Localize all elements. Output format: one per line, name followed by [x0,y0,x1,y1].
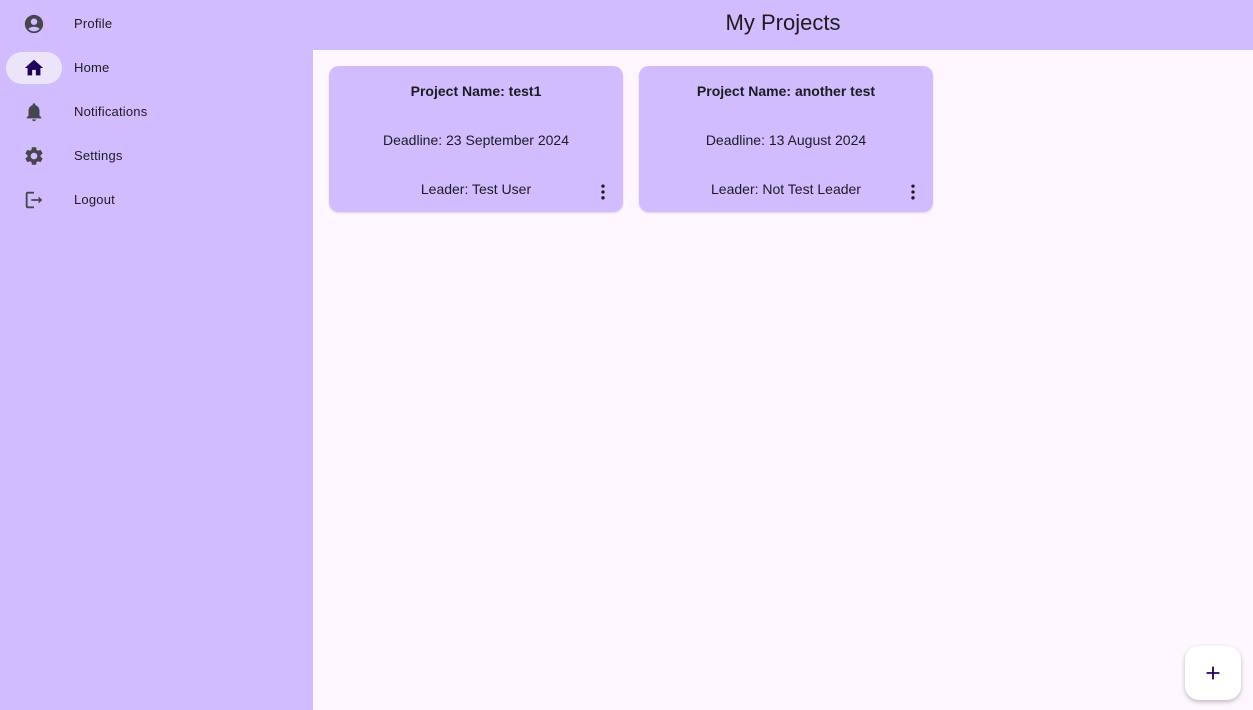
project-deadline: Deadline: 23 September 2024 [382,132,570,148]
sidebar-item-label: Settings [74,148,123,163]
gear-icon [22,144,46,168]
more-vertical-icon [601,184,605,200]
logout-icon [22,188,46,212]
sidebar-item-logout[interactable]: Logout [6,184,306,216]
sidebar-item-label: Home [74,60,110,75]
sidebar-item-home[interactable]: Home [6,52,306,84]
project-card[interactable]: Project Name: test1 Deadline: 23 Septemb… [329,66,623,212]
sidebar-item-label: Profile [74,16,113,31]
account-circle-icon [22,12,46,36]
add-project-button[interactable] [1185,646,1241,700]
sidebar-item-profile[interactable]: Profile [6,8,306,40]
page-title: My Projects [725,10,841,35]
bell-icon [22,100,46,124]
project-card-list: Project Name: test1 Deadline: 23 Septemb… [329,66,933,212]
project-card[interactable]: Project Name: another test Deadline: 13 … [639,66,933,212]
app-window: Profile Home Notifications Settings Logo… [0,0,1253,710]
main-content: Project Name: test1 Deadline: 23 Septemb… [313,50,1253,710]
project-deadline: Deadline: 13 August 2024 [705,132,867,148]
project-menu-button[interactable] [593,180,613,204]
project-leader: Leader: Test User [420,181,532,197]
sidebar-item-settings[interactable]: Settings [6,140,306,172]
navigation-rail: Profile Home Notifications Settings Logo… [0,0,313,710]
sidebar-item-notifications[interactable]: Notifications [6,96,306,128]
home-icon [22,56,46,80]
plus-icon [1206,666,1220,680]
app-bar: My Projects [313,0,1253,50]
project-name: Project Name: test1 [410,83,542,99]
project-name: Project Name: another test [696,83,876,99]
sidebar-item-label: Notifications [74,104,148,119]
project-leader: Leader: Not Test Leader [711,181,861,197]
more-vertical-icon [911,184,915,200]
sidebar-item-label: Logout [74,192,115,207]
project-menu-button[interactable] [903,180,923,204]
